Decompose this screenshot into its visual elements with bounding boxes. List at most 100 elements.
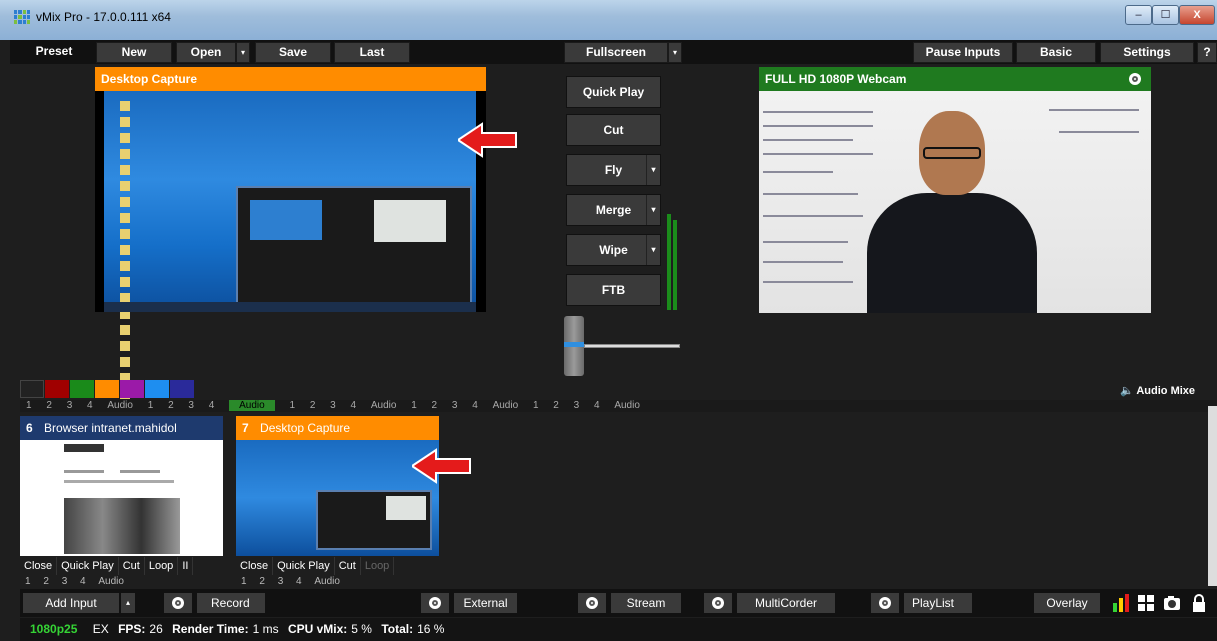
- tab-item[interactable]: 4: [472, 400, 478, 411]
- tab-item[interactable]: Audio: [371, 400, 397, 411]
- close-input-button[interactable]: Close: [20, 557, 58, 575]
- tab-item[interactable]: 2: [432, 400, 438, 411]
- add-input-button[interactable]: Add Input: [22, 592, 120, 614]
- tab-item-active[interactable]: Audio: [229, 400, 275, 411]
- stream-button[interactable]: Stream: [610, 592, 682, 614]
- multiview-grid-icon[interactable]: [1137, 593, 1155, 613]
- add-input-dropdown-icon[interactable]: ▴: [120, 592, 136, 614]
- audio-mixer-toggle[interactable]: 🔈 Audio Mixe: [1120, 380, 1217, 402]
- fullscreen-dropdown-icon[interactable]: ▾: [668, 42, 682, 63]
- stream-settings-button[interactable]: [577, 592, 607, 614]
- tab-item[interactable]: Audio: [493, 400, 519, 411]
- color-swatch[interactable]: [120, 380, 144, 398]
- pause-inputs-button[interactable]: Pause Inputs: [913, 42, 1013, 63]
- tab-item[interactable]: 1: [411, 400, 417, 411]
- merge-button[interactable]: Merge ▾: [566, 194, 661, 226]
- tab-item[interactable]: 2: [46, 400, 52, 411]
- tab-item[interactable]: 1: [148, 400, 154, 411]
- help-button[interactable]: ?: [1197, 42, 1217, 63]
- tab-item[interactable]: 4: [209, 400, 215, 411]
- color-swatch[interactable]: [145, 380, 169, 398]
- new-button[interactable]: New: [96, 42, 172, 63]
- cut-input-button[interactable]: Cut: [335, 557, 361, 575]
- input-card-browser[interactable]: 6 Browser intranet.mahidol Close Quick P…: [20, 416, 223, 588]
- save-button[interactable]: Save: [255, 42, 331, 63]
- multicorder-settings-button[interactable]: [703, 592, 733, 614]
- merge-dropdown-icon[interactable]: ▾: [646, 195, 660, 225]
- basic-button[interactable]: Basic: [1016, 42, 1096, 63]
- playlist-button[interactable]: PlayList: [903, 592, 973, 614]
- cut-input-button[interactable]: Cut: [119, 557, 145, 575]
- inputs-scrollbar[interactable]: [1208, 406, 1217, 586]
- color-swatch[interactable]: [45, 380, 69, 398]
- t-bar-handle[interactable]: [564, 342, 584, 347]
- tab-item[interactable]: 1: [26, 400, 32, 411]
- fly-button[interactable]: Fly ▾: [566, 154, 661, 186]
- color-swatch[interactable]: [95, 380, 119, 398]
- record-button[interactable]: Record: [196, 592, 266, 614]
- tab-item[interactable]: 4: [87, 400, 93, 411]
- wipe-dropdown-icon[interactable]: ▾: [646, 235, 660, 265]
- camera-snapshot-icon[interactable]: [1163, 593, 1181, 613]
- bus-1[interactable]: 1: [25, 576, 31, 587]
- overlay-button[interactable]: Overlay: [1033, 592, 1101, 614]
- tab-item[interactable]: 1: [289, 400, 295, 411]
- loop-input-button[interactable]: Loop: [145, 557, 179, 575]
- external-button[interactable]: External: [453, 592, 518, 614]
- cut-button[interactable]: Cut: [566, 114, 661, 146]
- record-settings-button[interactable]: [163, 592, 193, 614]
- bus-4[interactable]: 4: [296, 576, 302, 587]
- gear-icon[interactable]: [1129, 73, 1141, 85]
- close-window-button[interactable]: X: [1179, 5, 1215, 25]
- audio-toggle[interactable]: Audio: [314, 576, 340, 587]
- maximize-button[interactable]: ☐: [1152, 5, 1179, 25]
- output-panel[interactable]: FULL HD 1080P Webcam: [759, 67, 1151, 313]
- input-card-desktop[interactable]: 7 Desktop Capture Close Quick Play Cut L…: [236, 416, 439, 588]
- multicorder-button[interactable]: MultiCorder: [736, 592, 836, 614]
- tab-item[interactable]: Audio: [107, 400, 133, 411]
- fullscreen-button[interactable]: Fullscreen: [564, 42, 668, 63]
- open-dropdown-icon[interactable]: ▾: [236, 42, 250, 63]
- tab-item[interactable]: 3: [188, 400, 194, 411]
- tab-item[interactable]: 2: [310, 400, 316, 411]
- bus-3[interactable]: 3: [278, 576, 284, 587]
- fly-dropdown-icon[interactable]: ▾: [646, 155, 660, 185]
- t-bar-slider[interactable]: [564, 316, 584, 376]
- tab-item[interactable]: 2: [168, 400, 174, 411]
- audio-toggle[interactable]: Audio: [98, 576, 124, 587]
- tab-item[interactable]: 2: [553, 400, 559, 411]
- bus-2[interactable]: 2: [43, 576, 49, 587]
- quick-play-button[interactable]: Quick Play: [566, 76, 661, 108]
- open-button[interactable]: Open: [176, 42, 236, 63]
- playlist-settings-button[interactable]: [870, 592, 900, 614]
- quick-play-input-button[interactable]: Quick Play: [57, 557, 119, 575]
- close-input-button[interactable]: Close: [236, 557, 274, 575]
- tab-item[interactable]: 3: [330, 400, 336, 411]
- lock-icon[interactable]: [1190, 593, 1208, 613]
- color-swatch[interactable]: [170, 380, 194, 398]
- tab-item[interactable]: Audio: [614, 400, 640, 411]
- external-settings-button[interactable]: [420, 592, 450, 614]
- settings-button[interactable]: Settings: [1100, 42, 1194, 63]
- bus-3[interactable]: 3: [62, 576, 68, 587]
- bus-4[interactable]: 4: [80, 576, 86, 587]
- tab-item[interactable]: 3: [452, 400, 458, 411]
- tab-item[interactable]: 3: [574, 400, 580, 411]
- preview-panel[interactable]: Desktop Capture: [95, 67, 486, 399]
- bar-chart-icon[interactable]: [1112, 593, 1130, 613]
- tab-item[interactable]: 4: [594, 400, 600, 411]
- bus-2[interactable]: 2: [259, 576, 265, 587]
- preset-label[interactable]: Preset: [24, 42, 84, 63]
- tab-item[interactable]: 3: [67, 400, 73, 411]
- color-swatch[interactable]: [70, 380, 94, 398]
- last-button[interactable]: Last: [334, 42, 410, 63]
- minimize-button[interactable]: –: [1125, 5, 1152, 25]
- quick-play-input-button[interactable]: Quick Play: [273, 557, 335, 575]
- pause-icon[interactable]: II: [178, 557, 194, 575]
- ftb-button[interactable]: FTB: [566, 274, 661, 306]
- tab-item[interactable]: 1: [533, 400, 539, 411]
- color-swatch[interactable]: [20, 380, 44, 398]
- bus-1[interactable]: 1: [241, 576, 247, 587]
- tab-item[interactable]: 4: [351, 400, 357, 411]
- wipe-button[interactable]: Wipe ▾: [566, 234, 661, 266]
